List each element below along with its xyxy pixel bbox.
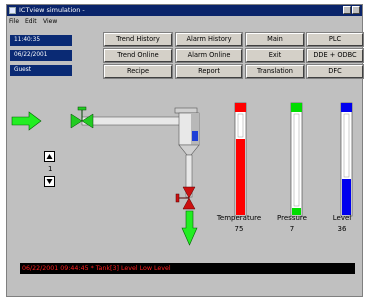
pressure-value: 7 <box>289 225 295 233</box>
decrement-button[interactable] <box>44 176 55 187</box>
temperature-gauge-fill <box>236 139 245 215</box>
menu-file[interactable]: File <box>9 16 19 27</box>
pressure-gauge-cap <box>291 103 302 112</box>
close-button[interactable] <box>352 6 360 14</box>
alarm-banner[interactable]: 06/22/2001 09:44:45 * Tank[3] Level Low … <box>20 263 355 274</box>
title-bar: ICTview simulation - <box>7 5 362 16</box>
level-label: Level <box>332 214 352 222</box>
alarm-history-button[interactable]: Alarm History <box>176 33 242 46</box>
app-window: ICTview simulation - File Edit View 11:4… <box>6 4 363 297</box>
date-display: 06/22/2001 <box>10 50 72 61</box>
outlet-valve-icon <box>175 186 196 210</box>
process-diagram <box>11 102 353 246</box>
tank-level-indicator <box>192 131 198 141</box>
app-icon <box>9 7 16 14</box>
triangle-up-icon <box>46 154 53 159</box>
recipe-button[interactable]: Recipe <box>104 65 172 78</box>
dfc-button[interactable]: DFC <box>307 65 363 78</box>
trend-online-button[interactable]: Trend Online <box>104 49 172 62</box>
counter-value: 1 <box>48 165 53 173</box>
alarm-online-button[interactable]: Alarm Online <box>176 49 242 62</box>
outlet-arrow-icon <box>181 210 198 246</box>
report-button[interactable]: Report <box>176 65 242 78</box>
pressure-gauge-empty <box>293 113 300 207</box>
dde-odbc-button[interactable]: DDE + ODBC <box>307 49 363 62</box>
window-title: ICTview simulation - <box>19 6 85 14</box>
menu-view[interactable]: View <box>43 16 57 27</box>
main-button[interactable]: Main <box>246 33 304 46</box>
plc-button[interactable]: PLC <box>307 33 363 46</box>
temperature-value: 75 <box>234 225 244 233</box>
level-gauge-fill <box>342 179 351 215</box>
inlet-pipe <box>81 116 193 126</box>
temperature-gauge-cap <box>235 103 246 112</box>
increment-button[interactable] <box>44 151 55 162</box>
pressure-label: Pressure <box>277 214 307 222</box>
time-display: 11:40:35 <box>10 35 72 46</box>
triangle-down-icon <box>46 179 53 184</box>
translation-button[interactable]: Translation <box>246 65 304 78</box>
exit-button[interactable]: Exit <box>246 49 304 62</box>
menu-bar: File Edit View <box>7 16 362 27</box>
user-display: Guest <box>10 65 72 76</box>
level-gauge-empty <box>343 113 350 178</box>
menu-edit[interactable]: Edit <box>25 16 37 27</box>
level-gauge-cap <box>341 103 352 112</box>
inlet-arrow-icon <box>11 111 42 131</box>
temperature-label: Temperature <box>216 214 262 222</box>
level-value: 36 <box>337 225 347 233</box>
trend-history-button[interactable]: Trend History <box>104 33 172 46</box>
temperature-gauge-empty <box>237 113 244 138</box>
minimize-button[interactable] <box>343 6 351 14</box>
